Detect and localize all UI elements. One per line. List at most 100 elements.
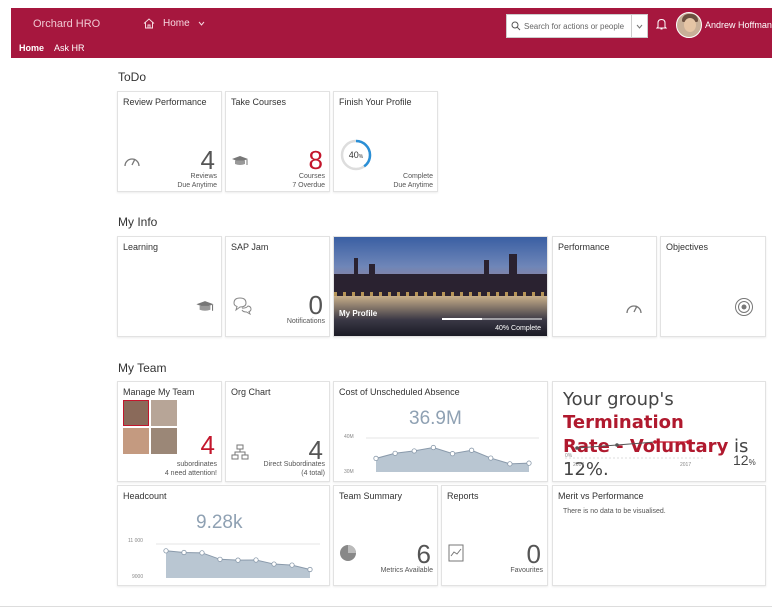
chart-point (235, 557, 241, 563)
team-member-avatar[interactable] (123, 400, 149, 426)
chart-point (163, 548, 169, 554)
orgchart-line2: (4 total) (301, 469, 325, 477)
home-menu-label: Home (163, 18, 190, 29)
org-chart-icon (231, 444, 249, 460)
subordinates-count: 4 (200, 430, 215, 460)
chart-point (392, 450, 398, 456)
search-placeholder: Search for actions or people (524, 21, 625, 31)
progress-ring: 40% (340, 139, 372, 171)
sap-jam-tile[interactable]: SAP Jam 0 Notifications (225, 236, 330, 337)
chart-point (289, 562, 295, 568)
bell-icon[interactable] (656, 18, 667, 30)
reviews-line2: Due Anytime (177, 181, 217, 189)
chart-point (449, 451, 456, 457)
termination-unit: % (748, 458, 756, 467)
team-member-avatar[interactable] (123, 428, 149, 454)
direct-subordinates-count: 4 (308, 435, 323, 465)
notifications-label: Notifications (286, 318, 325, 325)
courses-line2: 7 Overdue (292, 181, 325, 189)
team-member-avatar[interactable] (151, 400, 177, 426)
team-member-avatar[interactable] (151, 428, 177, 454)
notifications-count: 0 (308, 290, 323, 320)
pie-chart-icon (340, 545, 356, 561)
performance-tile[interactable]: Performance (552, 236, 657, 337)
user-name[interactable]: Andrew Hoffmann (705, 20, 772, 30)
gauge-icon (626, 305, 642, 314)
my-profile-label: My Profile (339, 309, 378, 318)
search-icon (511, 21, 521, 31)
profile-percent-label: 40% Complete (495, 325, 541, 332)
target-icon (735, 298, 753, 316)
search-input[interactable]: Search for actions or people (506, 14, 632, 38)
reviews-count: 4 (200, 145, 215, 175)
finish-profile-tile[interactable]: Finish Your Profile 40% Complete Due Any… (333, 91, 438, 192)
tile-title: Finish Your Profile (339, 97, 412, 107)
tile-title: Team Summary (339, 491, 403, 501)
tile-title: Take Courses (231, 97, 287, 107)
favourites-label: Favourites (510, 567, 543, 574)
chart-point (526, 460, 532, 466)
chart-point (507, 461, 513, 467)
chart-point (181, 549, 187, 556)
reports-tile[interactable]: Reports 0 Favourites (441, 485, 548, 586)
report-icon (448, 544, 464, 562)
profile-complete-label: Complete Due Anytime (393, 173, 433, 191)
graduation-cap-icon (196, 301, 214, 311)
brand-name[interactable]: Orchard HRO (33, 18, 100, 30)
learning-tile[interactable]: Learning (117, 236, 222, 337)
favourites-count: 0 (526, 539, 541, 569)
chart-point (488, 455, 494, 461)
review-performance-tile[interactable]: Review Performance 4 Reviews Due Anytime (117, 91, 222, 192)
footer-divider (0, 606, 772, 607)
absence-cost-tile[interactable]: Cost of Unscheduled Absence 36.9M 40M 30… (333, 381, 548, 482)
my-profile-tile[interactable]: My Profile 40% Complete (333, 236, 548, 337)
headcount-sparkline (156, 543, 320, 578)
metrics-count: 6 (416, 539, 431, 569)
chat-bubbles-icon (233, 297, 252, 315)
top-header: Orchard HRO Home Ask HR Home (11, 8, 772, 58)
subnav-home[interactable]: Home (19, 43, 44, 53)
home-icon (143, 18, 155, 29)
direct-subordinates-label: Direct Subordinates (4 total) (264, 461, 325, 479)
headcount-tile[interactable]: Headcount 9.28k 11 000 9000 (117, 485, 330, 586)
subordinates-line2: 4 need attention! (164, 469, 217, 477)
team-summary-tile[interactable]: Team Summary 6 Metrics Available (333, 485, 438, 586)
profile-progress-value: 40 (349, 150, 359, 160)
org-chart-tile[interactable]: Org Chart 4 Direct Subordinates (4 total… (225, 381, 330, 482)
profile-progress-bar (442, 318, 542, 320)
tile-title: SAP Jam (231, 242, 269, 252)
take-courses-tile[interactable]: Take Courses 8 Courses 7 Overdue (225, 91, 330, 192)
merit-vs-performance-tile[interactable]: Merit vs Performance There is no data to… (552, 485, 766, 586)
chart-point (199, 550, 205, 556)
myteam-section-title: My Team (118, 361, 167, 375)
svg-text:40%: 40% (349, 150, 364, 160)
user-avatar[interactable] (676, 12, 702, 38)
orgchart-line1: Direct Subordinates (263, 461, 325, 468)
termination-rate-tile[interactable]: Your group's Termination Rate - Voluntar… (552, 381, 766, 482)
home-menu[interactable]: Home (143, 18, 205, 29)
absence-sparkline (366, 437, 539, 472)
manage-my-team-tile[interactable]: Manage My Team 4 subordinates 4 need att… (117, 381, 222, 482)
tile-title: Manage My Team (123, 387, 195, 397)
courses-label: Courses 7 Overdue (292, 173, 325, 191)
chart-point (430, 444, 436, 451)
tile-title: Reports (447, 491, 479, 501)
tile-title: Learning (123, 242, 159, 252)
courses-line1: Courses (298, 173, 325, 180)
subnav-ask-hr[interactable]: Ask HR (54, 43, 85, 53)
metrics-label: Metrics Available (380, 567, 433, 574)
search-dropdown-button[interactable] (632, 14, 648, 38)
tile-title: Merit vs Performance (558, 491, 644, 501)
objectives-tile[interactable]: Objectives (660, 236, 766, 337)
chart-point (373, 455, 379, 462)
tile-title: Review Performance (123, 97, 207, 107)
graduation-cap-icon (232, 156, 248, 165)
chart-point (469, 447, 475, 453)
chevron-down-icon (198, 21, 205, 26)
subordinates-line1: subordinates (176, 461, 217, 468)
chevron-down-icon (636, 24, 643, 29)
tile-title: Performance (558, 242, 610, 252)
chart-point (271, 561, 277, 567)
reviews-line1: Reviews (190, 173, 217, 180)
tile-title: Objectives (666, 242, 709, 252)
